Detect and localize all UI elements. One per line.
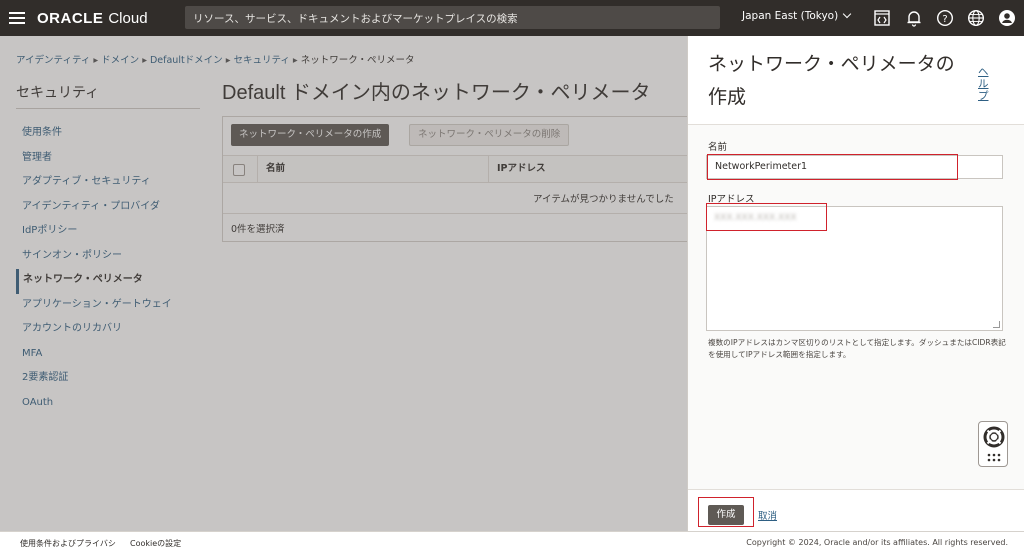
user-profile-icon[interactable] (998, 9, 1016, 27)
ip-address-help-text: 複数のIPアドレスはカンマ区切りのリストとして指定します。ダッシュまたはCIDR… (708, 338, 1006, 359)
svg-text:?: ? (942, 14, 947, 25)
globe-icon[interactable] (967, 9, 985, 27)
logo-brand: ORACLE (37, 9, 104, 27)
ip-address-highlight-box (706, 203, 827, 231)
logo-product: Cloud (108, 9, 148, 27)
top-navigation-bar: ORACLE Cloud リソース、サービス、ドキュメントおよびマーケットプレイ… (0, 0, 1024, 36)
region-selector[interactable]: Japan East (Tokyo) (742, 9, 852, 22)
page-footer: 使用条件およびプライバシ Cookieの設定 Copyright © 2024,… (0, 531, 1024, 553)
region-label: Japan East (Tokyo) (742, 10, 839, 22)
chevron-down-icon (842, 9, 852, 19)
lifebuoy-icon (983, 426, 1005, 462)
terms-privacy-link[interactable]: 使用条件およびプライバシ (20, 538, 116, 549)
modal-overlay[interactable] (0, 36, 687, 531)
create-network-perimeter-drawer: ネットワーク・ペリメータの作成 ヘルプ 名前 NetworkPerimeter1… (687, 36, 1024, 531)
bell-icon[interactable] (905, 9, 923, 27)
help-support-widget[interactable] (978, 421, 1008, 467)
oracle-cloud-logo[interactable]: ORACLE Cloud (37, 10, 148, 27)
drawer-title: ネットワーク・ペリメータの作成 (708, 54, 955, 108)
cancel-link[interactable]: 取消 (758, 508, 777, 522)
copyright-text: Copyright © 2024, Oracle and/or its affi… (746, 538, 1008, 547)
create-button-highlight-box (698, 497, 754, 527)
cookie-settings-link[interactable]: Cookieの設定 (130, 538, 181, 549)
drawer-form: 名前 NetworkPerimeter1 IPアドレス XXX.XXX.XXX.… (688, 124, 1024, 489)
global-search-input[interactable]: リソース、サービス、ドキュメントおよびマーケットプレイスの検索 (185, 6, 720, 29)
name-highlight-box (707, 154, 958, 180)
textarea-resize-handle[interactable] (993, 321, 1000, 328)
name-label: 名前 (708, 142, 728, 153)
hamburger-menu-icon[interactable] (9, 12, 25, 24)
drawer-footer: 作成 取消 (688, 489, 1024, 531)
help-icon[interactable]: ? (936, 9, 954, 27)
help-link[interactable]: ヘルプ (978, 66, 998, 102)
code-editor-icon[interactable] (873, 9, 891, 27)
